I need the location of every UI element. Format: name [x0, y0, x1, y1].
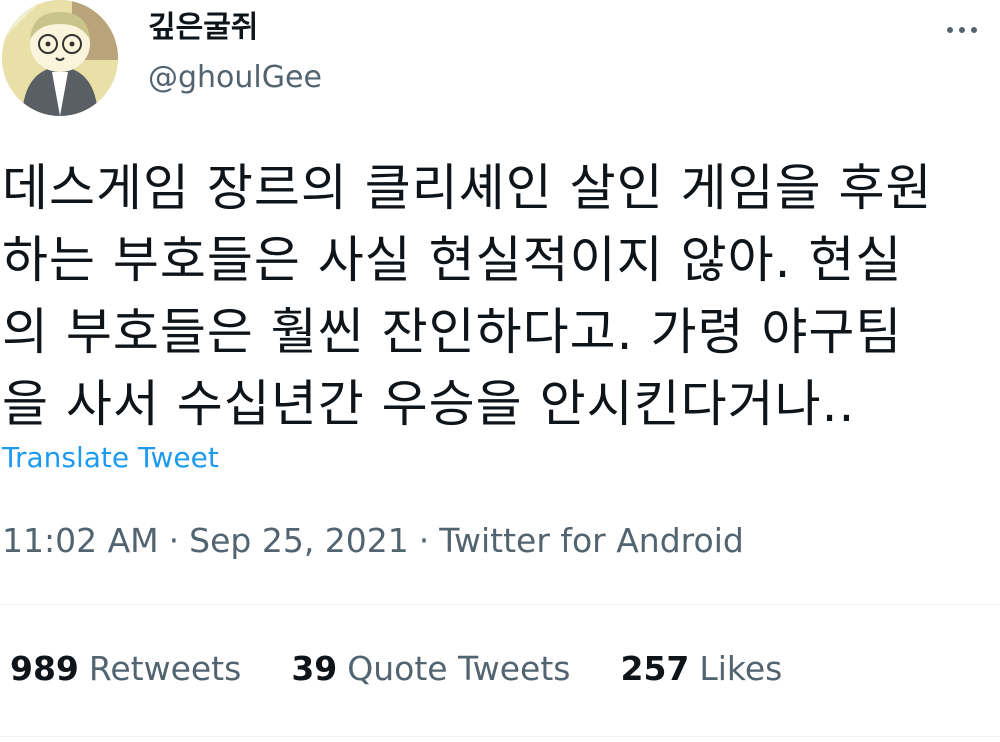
quote-tweets-stat[interactable]: 39 Quote Tweets: [291, 646, 570, 692]
tweet-text: 데스게임 장르의 클리셰인 살인 게임을 후원하는 부호들은 사실 현실적이지 …: [2, 152, 992, 440]
tweet-text-line: 하는 부호들은 사실 현실적이지 않아. 현실: [2, 231, 903, 289]
divider: [0, 736, 1000, 737]
likes-count: 257: [620, 649, 690, 688]
tweet-time[interactable]: 11:02 AM: [2, 521, 159, 560]
more-horizontal-icon[interactable]: [940, 10, 984, 50]
tweet-detail: 깊은굴쥐 @ghoulGee 데스게임 장르의 클리셰인 살인 게임을 후원하는…: [0, 0, 1000, 742]
retweets-label: Retweets: [88, 649, 242, 688]
dot: [971, 27, 977, 33]
meta-separator: ·: [168, 521, 180, 560]
avatar-illustration: [2, 0, 118, 116]
tweet-date[interactable]: Sep 25, 2021: [189, 521, 409, 560]
retweets-count: 989: [10, 649, 79, 688]
avatar[interactable]: [2, 0, 118, 116]
tweet-text-line: 데스게임 장르의 클리셰인 살인 게임을 후원: [2, 159, 933, 217]
quote-tweets-label: Quote Tweets: [347, 649, 571, 688]
likes-label: Likes: [699, 649, 783, 688]
tweet-text-line: 의 부호들은 훨씬 잔인하다고. 가령 야구팀: [2, 303, 903, 361]
author-display-name[interactable]: 깊은굴쥐: [148, 8, 258, 48]
tweet-source[interactable]: Twitter for Android: [439, 521, 744, 560]
tweet-text-line: 을 사서 수십년간 우승을 안시킨다거나..: [2, 375, 856, 433]
tweet-meta: 11:02 AM · Sep 25, 2021 · Twitter for Androi…: [2, 518, 744, 564]
likes-stat[interactable]: 257 Likes: [620, 646, 782, 692]
dot: [947, 27, 953, 33]
meta-separator: ·: [418, 521, 430, 560]
tweet-stats: 989 Retweets 39 Quote Tweets 257 Likes: [10, 646, 832, 692]
dot: [959, 27, 965, 33]
retweets-stat[interactable]: 989 Retweets: [10, 646, 241, 692]
translate-tweet-link[interactable]: Translate Tweet: [2, 438, 219, 478]
author-handle[interactable]: @ghoulGee: [148, 58, 322, 98]
divider: [0, 604, 1000, 605]
quote-tweets-count: 39: [291, 649, 338, 688]
